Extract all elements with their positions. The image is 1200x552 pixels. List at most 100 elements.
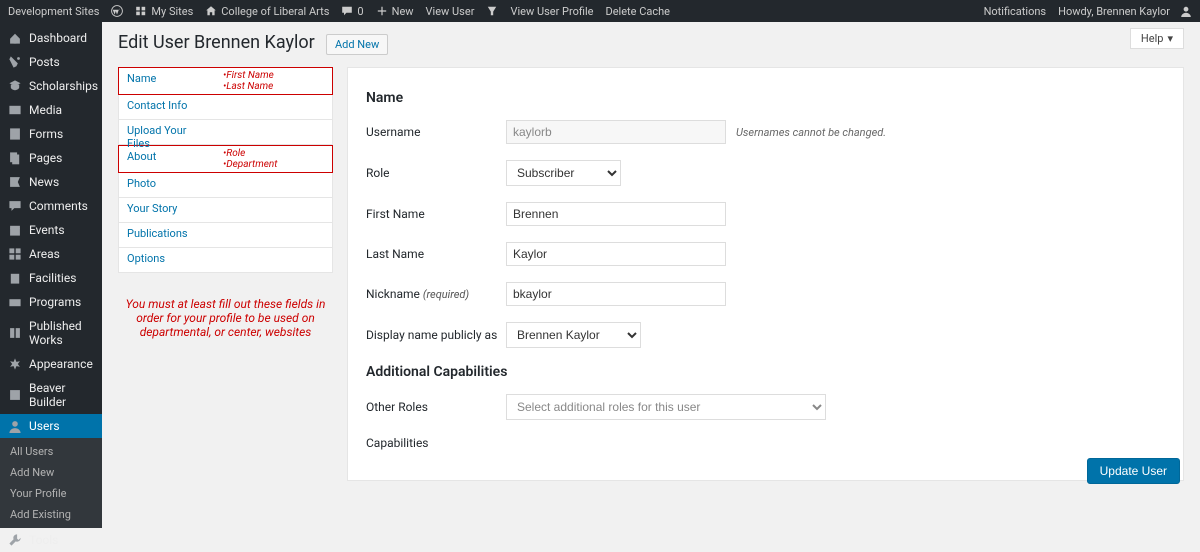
- beaver-builder-icon: [8, 388, 22, 402]
- username-note: Usernames cannot be changed.: [736, 126, 886, 139]
- tab-contact-info[interactable]: Contact Info: [118, 95, 333, 120]
- firstname-input[interactable]: [506, 202, 726, 226]
- sidebar-item-beaver-builder[interactable]: Beaver Builder: [0, 376, 102, 414]
- forms-icon: [8, 127, 22, 141]
- display-label: Display name publicly as: [366, 328, 506, 342]
- pages-icon: [8, 151, 22, 165]
- tab-photo[interactable]: Photo: [118, 173, 333, 198]
- update-user-button[interactable]: Update User: [1087, 458, 1180, 484]
- facilities-icon: [8, 271, 22, 285]
- tab-required: •First Name •Last Name: [219, 68, 332, 94]
- tab-required: [219, 248, 332, 272]
- username-input: [506, 120, 726, 144]
- view-profile-link[interactable]: View User Profile: [510, 5, 593, 18]
- sidebar-item-programs[interactable]: Programs: [0, 290, 102, 314]
- sidebar-item-forms[interactable]: Forms: [0, 122, 102, 146]
- firstname-label: First Name: [366, 207, 506, 221]
- admin-toolbar: Development Sites My Sites College of Li…: [0, 0, 1200, 22]
- other-roles-select[interactable]: Select additional roles for this user: [506, 394, 826, 420]
- sidebar-subitem-all-users[interactable]: All Users: [0, 441, 102, 462]
- yoast-icon[interactable]: [486, 5, 498, 17]
- tab-publications[interactable]: Publications: [118, 223, 333, 248]
- tab-label: Publications: [119, 223, 219, 247]
- comments-link[interactable]: 0: [341, 5, 363, 18]
- avatar-icon: [1180, 5, 1192, 17]
- plus-icon: [376, 5, 388, 17]
- dashboard-icon: [8, 31, 22, 45]
- sidebar-item-dashboard[interactable]: Dashboard: [0, 26, 102, 50]
- sidebar-subitem-add-new[interactable]: Add New: [0, 462, 102, 483]
- username-label: Username: [366, 125, 506, 139]
- sidebar-item-published-works[interactable]: Published Works: [0, 314, 102, 352]
- site-group-link[interactable]: Development Sites: [8, 5, 99, 18]
- sidebar-item-tools[interactable]: Tools: [0, 528, 102, 552]
- role-label: Role: [366, 166, 506, 180]
- users-icon: [8, 419, 22, 433]
- delete-cache-link[interactable]: Delete Cache: [605, 5, 670, 18]
- lastname-label: Last Name: [366, 247, 506, 261]
- published-works-icon: [8, 326, 22, 340]
- tab-label: Photo: [119, 173, 219, 197]
- section-heading-caps: Additional Capabilities: [366, 364, 1165, 380]
- tab-required: [219, 95, 332, 119]
- tab-required: [219, 198, 332, 222]
- help-tab[interactable]: Help▾: [1130, 28, 1184, 49]
- sidebar-item-scholarships[interactable]: Scholarships: [0, 74, 102, 98]
- lastname-input[interactable]: [506, 242, 726, 266]
- sidebar-item-areas[interactable]: Areas: [0, 242, 102, 266]
- my-sites-link[interactable]: My Sites: [135, 5, 193, 18]
- wordpress-icon[interactable]: [111, 5, 123, 17]
- site-name-link[interactable]: College of Liberal Arts: [205, 5, 329, 18]
- scholarships-icon: [8, 79, 22, 93]
- news-icon: [8, 175, 22, 189]
- sidebar-item-events[interactable]: Events: [0, 218, 102, 242]
- tab-required: [219, 223, 332, 247]
- sidebar-item-media[interactable]: Media: [0, 98, 102, 122]
- tab-name[interactable]: Name•First Name •Last Name: [118, 67, 333, 95]
- tab-about[interactable]: About•Role •Department: [118, 145, 333, 173]
- tab-label: Options: [119, 248, 219, 272]
- sidebar-item-facilities[interactable]: Facilities: [0, 266, 102, 290]
- tab-required: [219, 120, 332, 144]
- view-user-link[interactable]: View User: [426, 5, 475, 18]
- posts-icon: [8, 55, 22, 69]
- tab-required: [219, 173, 332, 197]
- chevron-down-icon: ▾: [1167, 32, 1173, 45]
- tab-label: About: [119, 146, 219, 172]
- tab-options[interactable]: Options: [118, 248, 333, 273]
- tab-label: Your Story: [119, 198, 219, 222]
- add-new-button[interactable]: Add New: [326, 34, 388, 55]
- sidebar-item-users[interactable]: Users: [0, 414, 102, 438]
- sidebar-item-pages[interactable]: Pages: [0, 146, 102, 170]
- section-heading-name: Name: [366, 90, 1165, 106]
- appearance-icon: [8, 357, 22, 371]
- form-panel: Name Username Usernames cannot be change…: [347, 67, 1184, 481]
- sidebar-item-comments[interactable]: Comments: [0, 194, 102, 218]
- admin-sidebar: DashboardPostsScholarshipsMediaFormsPage…: [0, 22, 102, 500]
- tabs-column: Name•First Name •Last NameContact InfoUp…: [118, 67, 333, 481]
- new-link[interactable]: New: [376, 5, 414, 18]
- tools-icon: [8, 533, 22, 547]
- display-select[interactable]: Brennen Kaylor: [506, 322, 641, 348]
- sidebar-subitem-your-profile[interactable]: Your Profile: [0, 483, 102, 504]
- sidebar-item-posts[interactable]: Posts: [0, 50, 102, 74]
- capabilities-label: Capabilities: [366, 436, 506, 450]
- notifications-link[interactable]: Notifications: [984, 5, 1047, 18]
- media-icon: [8, 103, 22, 117]
- howdy-link[interactable]: Howdy, Brennen Kaylor: [1058, 5, 1192, 18]
- instruction-text: You must at least fill out these fields …: [118, 297, 333, 339]
- sidebar-subitem-add-existing[interactable]: Add Existing: [0, 504, 102, 525]
- role-select[interactable]: Subscriber: [506, 160, 621, 186]
- nickname-input[interactable]: [506, 282, 726, 306]
- nickname-label: Nickname (required): [366, 287, 506, 301]
- tab-upload-your-files[interactable]: Upload Your Files: [118, 120, 333, 145]
- tab-required: •Role •Department: [219, 146, 332, 172]
- sidebar-item-appearance[interactable]: Appearance: [0, 352, 102, 376]
- areas-icon: [8, 247, 22, 261]
- tab-label: Upload Your Files: [119, 120, 219, 144]
- comment-icon: [341, 5, 353, 17]
- sidebar-item-news[interactable]: News: [0, 170, 102, 194]
- tab-your-story[interactable]: Your Story: [118, 198, 333, 223]
- home-icon: [205, 5, 217, 17]
- programs-icon: [8, 295, 22, 309]
